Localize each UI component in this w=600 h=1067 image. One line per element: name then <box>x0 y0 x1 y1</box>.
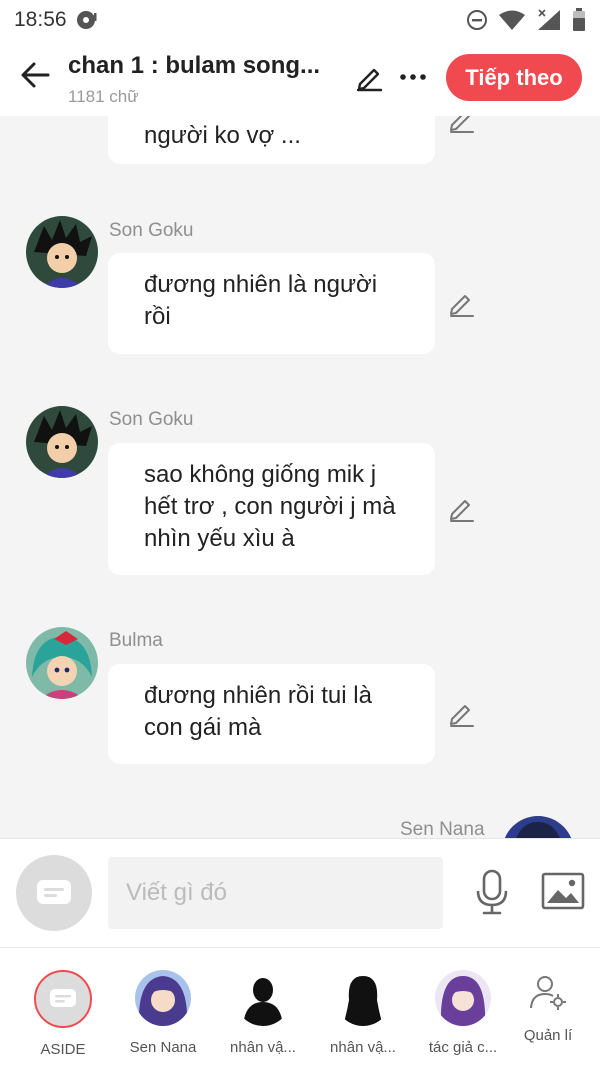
edit-message-pencil-icon[interactable] <box>448 290 476 318</box>
bulma-avatar-image <box>26 627 98 699</box>
more-options-icon[interactable] <box>398 64 428 90</box>
message-bubble[interactable]: đương nhiên là người rồi <box>108 253 435 354</box>
aside-toggle-button[interactable] <box>16 855 92 931</box>
media-icon <box>76 11 97 29</box>
character-label: Quản lí <box>523 1027 573 1044</box>
character-sen-nana[interactable]: Sen Nana <box>117 970 209 1056</box>
image-icon[interactable] <box>541 871 585 911</box>
message-text: người ko vợ ... <box>144 122 301 149</box>
character-bar: ASIDE Sen Nana nhân vậ... nhân vậ... tác… <box>0 948 600 1067</box>
speaker-name: Sen Nana <box>400 819 485 838</box>
avatar-sen-nana[interactable] <box>502 816 574 838</box>
status-bar: 18:56 <box>0 0 600 40</box>
speaker-name: Bulma <box>109 630 163 651</box>
avatar-bulma[interactable] <box>26 627 98 699</box>
aside-avatar <box>34 970 92 1028</box>
chat-area[interactable]: người ko vợ ... Son Goku đương nhiên là … <box>0 116 600 838</box>
next-button[interactable]: Tiếp theo <box>446 54 582 101</box>
character-label: tác giả c... <box>428 1039 498 1056</box>
sen-nana-avatar-image <box>502 816 574 838</box>
character-author[interactable]: tác giả c... <box>417 970 509 1056</box>
message-bubble[interactable]: đương nhiên rồi tui là con gái mà <box>108 664 435 764</box>
signal-icon <box>538 9 560 30</box>
speaker-name: Son Goku <box>109 220 194 241</box>
word-count: 1181 chữ <box>68 87 139 106</box>
edit-message-pencil-icon[interactable] <box>448 700 476 728</box>
sen-nana-avatar <box>135 970 191 1026</box>
microphone-icon[interactable] <box>474 869 510 915</box>
do-not-disturb-icon <box>467 10 487 30</box>
manage-characters-button[interactable]: Quản lí <box>502 970 594 1044</box>
manage-user-icon <box>530 976 566 1010</box>
character-label: nhân vậ... <box>330 1039 396 1056</box>
message-bubble[interactable]: người ko vợ ... <box>108 116 435 164</box>
character-unnamed-1[interactable]: nhân vậ... <box>217 970 309 1056</box>
status-time: 18:56 <box>14 8 67 31</box>
chapter-title[interactable]: chan 1 : bulam song... <box>68 52 333 80</box>
message-bubble[interactable]: sao không giống mik j hết trơ , con ngườ… <box>108 443 435 575</box>
character-label: nhân vậ... <box>230 1039 296 1056</box>
chat-bubble-icon <box>37 880 71 904</box>
battery-icon <box>573 8 585 31</box>
message-text: đương nhiên rồi tui là con gái mà <box>144 682 372 741</box>
avatar-son-goku[interactable] <box>26 216 98 288</box>
wifi-icon <box>499 10 525 30</box>
chapter-header: chan 1 : bulam song... 1181 chữ Tiếp the… <box>0 40 600 116</box>
edit-title-pencil-icon[interactable] <box>354 62 384 92</box>
son-goku-avatar-image <box>26 406 98 478</box>
chat-bubble-icon <box>50 989 76 1007</box>
character-unnamed-2[interactable]: nhân vậ... <box>317 970 409 1056</box>
author-avatar <box>435 970 491 1026</box>
edit-message-pencil-icon[interactable] <box>448 495 476 523</box>
speaker-name: Son Goku <box>109 409 194 430</box>
character-label: ASIDE <box>40 1041 86 1058</box>
message-text: sao không giống mik j hết trơ , con ngườ… <box>144 461 396 552</box>
edit-message-pencil-icon[interactable] <box>448 116 476 134</box>
character-aside[interactable]: ASIDE <box>17 970 109 1058</box>
character-label: Sen Nana <box>129 1039 197 1056</box>
silhouette-avatar <box>235 970 291 1026</box>
silhouette-avatar <box>335 970 391 1026</box>
back-arrow-icon[interactable] <box>18 58 52 92</box>
message-input[interactable] <box>108 857 443 929</box>
message-text: đương nhiên là người rồi <box>144 271 378 330</box>
avatar-son-goku[interactable] <box>26 406 98 478</box>
son-goku-avatar-image <box>26 216 98 288</box>
message-composer <box>0 838 600 948</box>
